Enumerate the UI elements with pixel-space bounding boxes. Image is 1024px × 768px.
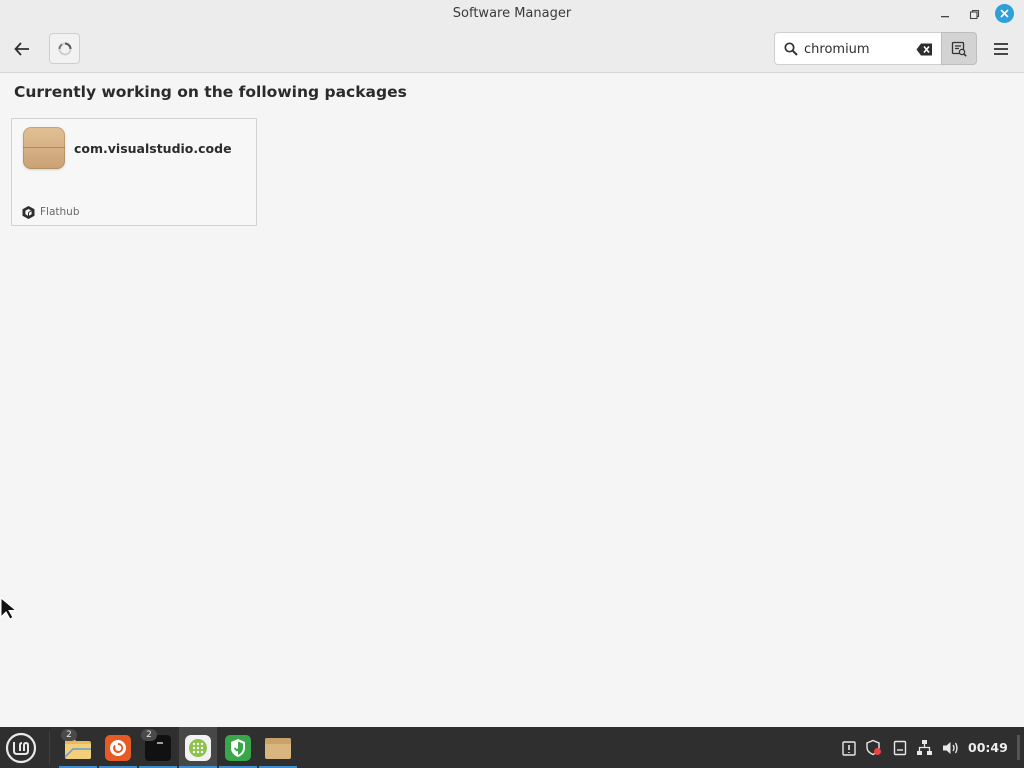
search-input[interactable] <box>804 39 912 59</box>
tray-keyboard-icon[interactable] <box>891 739 908 756</box>
shield-icon <box>225 734 251 761</box>
volume-icon <box>943 741 958 754</box>
search-box <box>774 32 942 65</box>
taskbar-app-update-manager[interactable] <box>219 727 257 768</box>
package-card[interactable]: com.visualstudio.code Flathub <box>11 118 257 226</box>
taskbar-app-files-folder[interactable] <box>259 727 297 768</box>
taskbar-separator <box>49 731 50 764</box>
taskbar-clock[interactable]: 00:49 <box>968 740 1008 755</box>
back-arrow-icon <box>14 42 29 56</box>
software-manager-icon <box>185 734 211 761</box>
mouse-cursor-icon <box>0 597 18 620</box>
flatpak-icon <box>22 206 35 219</box>
search-icon <box>784 42 798 56</box>
taskbar-app-terminal[interactable]: 2 <box>139 727 177 768</box>
hamburger-menu-icon <box>994 43 1008 55</box>
linux-mint-logo-icon <box>5 732 37 764</box>
close-icon <box>1000 9 1009 18</box>
search-in-summary-toggle[interactable] <box>941 32 977 65</box>
taskbar: 2 2 00:49 <box>0 727 1024 768</box>
package-box-icon <box>23 127 65 169</box>
spinner-icon <box>58 42 71 55</box>
window-title: Software Manager <box>452 6 572 21</box>
backspace-icon <box>916 43 932 56</box>
drive-icon <box>893 740 906 755</box>
minimize-icon <box>941 16 949 18</box>
firefox-icon <box>105 734 131 761</box>
minimize-button[interactable] <box>935 4 955 24</box>
tray-network-icon[interactable] <box>916 739 933 756</box>
tray-notification-icon[interactable] <box>840 739 857 756</box>
close-button[interactable] <box>995 4 1014 23</box>
package-source: Flathub <box>40 206 80 218</box>
taskbar-app-software-manager[interactable] <box>179 727 217 768</box>
start-menu-button[interactable] <box>4 731 38 765</box>
taskbar-badge: 2 <box>141 729 157 741</box>
clipboard-alert-icon <box>841 740 856 756</box>
show-desktop-button[interactable] <box>1017 735 1020 760</box>
taskbar-app-firefox[interactable] <box>99 727 137 768</box>
progress-spinner <box>49 33 80 64</box>
search-document-icon <box>951 41 967 57</box>
maximize-button[interactable] <box>964 4 984 24</box>
tray-update-shield-icon[interactable] <box>865 739 882 756</box>
tray-volume-icon[interactable] <box>942 739 959 756</box>
main-menu-button[interactable] <box>988 36 1014 62</box>
clear-search-button[interactable] <box>916 41 933 60</box>
taskbar-badge: 2 <box>61 729 77 741</box>
page-heading: Currently working on the following packa… <box>14 83 407 101</box>
network-wired-icon <box>917 740 932 755</box>
restore-icon <box>969 9 979 19</box>
shield-alert-icon <box>866 739 881 756</box>
taskbar-app-file-manager[interactable]: 2 <box>59 727 97 768</box>
software-manager-window: Software Manager chromium Currently work… <box>0 0 1024 727</box>
back-button[interactable] <box>8 35 36 63</box>
titlebar: Software Manager <box>0 0 1024 73</box>
package-name: com.visualstudio.code <box>74 141 232 156</box>
package-folder-icon <box>265 737 291 759</box>
